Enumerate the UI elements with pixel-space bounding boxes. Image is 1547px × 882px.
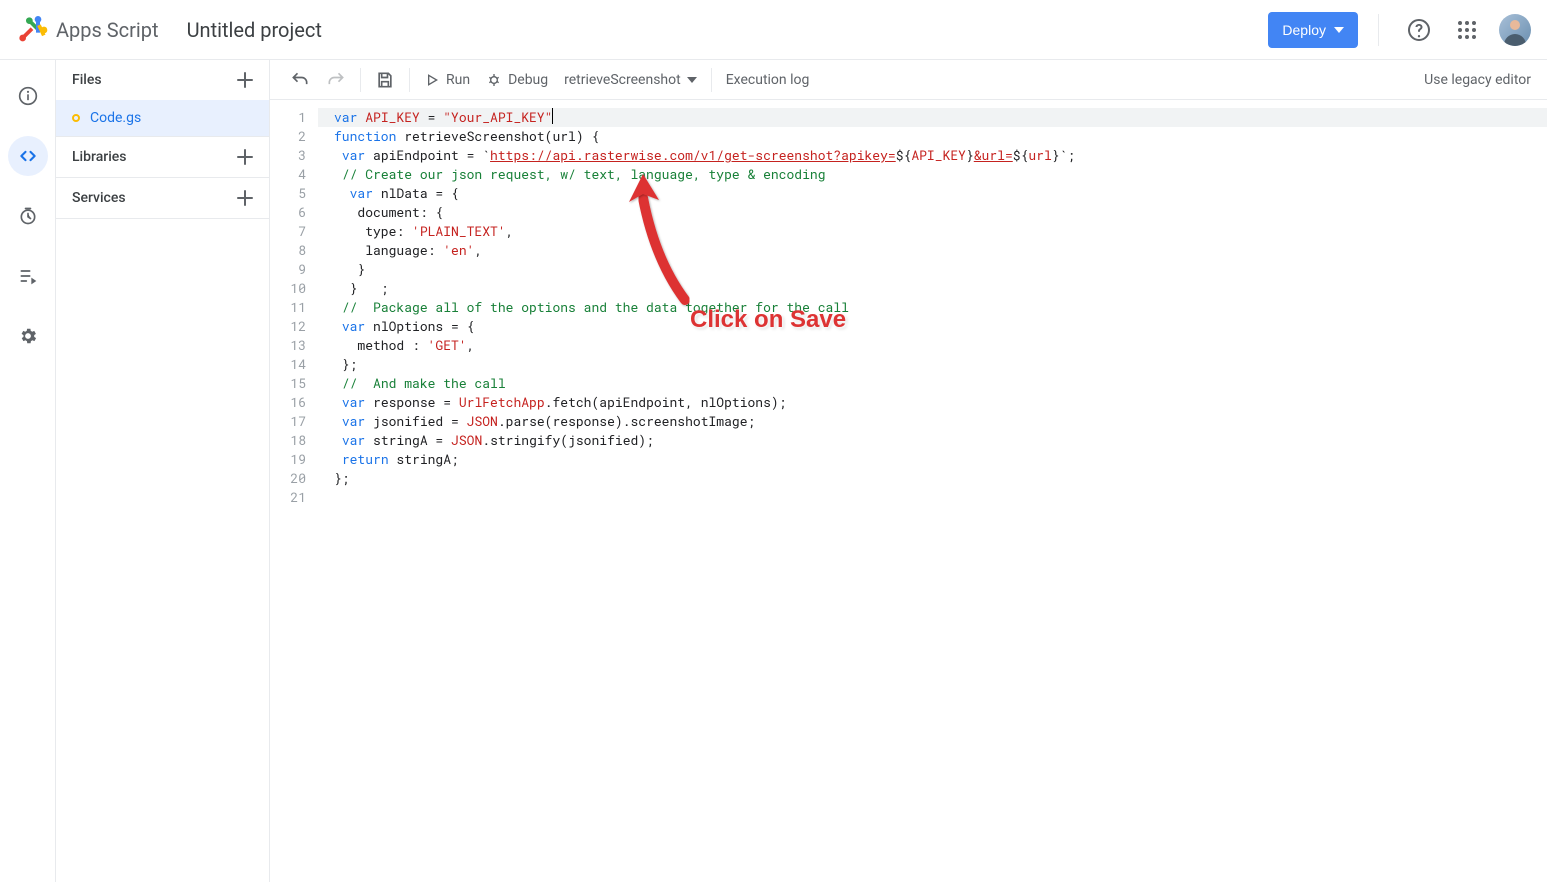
divider: [360, 68, 361, 92]
code-line[interactable]: };: [318, 469, 1547, 488]
code-line[interactable]: function retrieveScreenshot(url) {: [318, 127, 1547, 146]
code-line[interactable]: }: [318, 260, 1547, 279]
libraries-label: Libraries: [72, 149, 126, 165]
legacy-editor-link[interactable]: Use legacy editor: [1424, 72, 1535, 88]
code-line[interactable]: var stringA = JSON.stringify(jsonified);: [318, 431, 1547, 450]
clock-icon: [18, 206, 38, 226]
rail-overview[interactable]: [8, 76, 48, 116]
files-sidebar: Files Code.gs Libraries Services: [56, 60, 270, 882]
debug-icon: [486, 72, 502, 88]
deploy-button[interactable]: Deploy: [1268, 12, 1358, 48]
deploy-label: Deploy: [1282, 22, 1326, 38]
code-line[interactable]: } ;: [318, 279, 1547, 298]
code-line[interactable]: method : 'GET',: [318, 336, 1547, 355]
project-title[interactable]: Untitled project: [187, 18, 322, 42]
code-line[interactable]: var response = UrlFetchApp.fetch(apiEndp…: [318, 393, 1547, 412]
editor-area: Run Debug retrieveScreenshot Execution l…: [270, 60, 1547, 882]
code-content[interactable]: var API_KEY = "Your_API_KEY"function ret…: [318, 100, 1547, 882]
logo-area: Apps Script: [16, 14, 159, 46]
line-gutter: 123456789101112131415161718192021: [270, 100, 318, 882]
add-file-icon[interactable]: [233, 68, 257, 92]
rail-executions[interactable]: [8, 256, 48, 296]
undo-icon: [290, 70, 310, 90]
run-label: Run: [446, 72, 470, 88]
code-line[interactable]: var jsonified = JSON.parse(response).scr…: [318, 412, 1547, 431]
execution-log-button[interactable]: Execution log: [718, 64, 818, 96]
code-line[interactable]: // And make the call: [318, 374, 1547, 393]
code-line[interactable]: };: [318, 355, 1547, 374]
function-selector[interactable]: retrieveScreenshot: [556, 72, 705, 88]
code-line[interactable]: document: {: [318, 203, 1547, 222]
execution-log-label: Execution log: [726, 72, 810, 88]
code-line[interactable]: // Create our json request, w/ text, lan…: [318, 165, 1547, 184]
gear-icon: [18, 326, 38, 346]
brand-name: Apps Script: [56, 18, 159, 42]
save-button[interactable]: [367, 64, 403, 96]
code-line[interactable]: var apiEndpoint = `https://api.rasterwis…: [318, 146, 1547, 165]
libraries-header: Libraries: [56, 137, 269, 177]
debug-label: Debug: [508, 72, 548, 88]
code-line[interactable]: var nlOptions = {: [318, 317, 1547, 336]
divider: [711, 68, 712, 92]
info-icon: [18, 86, 38, 106]
run-button[interactable]: Run: [416, 64, 478, 96]
file-name: Code.gs: [90, 110, 141, 126]
files-section: Files Code.gs: [56, 60, 269, 137]
left-rail: [0, 60, 56, 882]
play-icon: [424, 72, 440, 88]
rail-triggers[interactable]: [8, 196, 48, 236]
redo-button[interactable]: [318, 64, 354, 96]
main-area: Files Code.gs Libraries Services: [0, 60, 1547, 882]
libraries-section: Libraries: [56, 137, 269, 178]
apps-script-logo-icon: [16, 14, 48, 46]
user-avatar[interactable]: [1499, 14, 1531, 46]
undo-button[interactable]: [282, 64, 318, 96]
rail-settings[interactable]: [8, 316, 48, 356]
editor-toolbar: Run Debug retrieveScreenshot Execution l…: [270, 60, 1547, 100]
unsaved-indicator-icon: [72, 114, 80, 122]
function-selected: retrieveScreenshot: [564, 72, 681, 88]
divider: [1378, 14, 1379, 46]
services-label: Services: [72, 190, 126, 206]
divider: [409, 68, 410, 92]
code-icon: [18, 146, 38, 166]
services-header: Services: [56, 178, 269, 218]
code-line[interactable]: type: 'PLAIN_TEXT',: [318, 222, 1547, 241]
redo-icon: [326, 70, 346, 90]
code-editor[interactable]: 123456789101112131415161718192021 var AP…: [270, 100, 1547, 882]
add-library-icon[interactable]: [233, 145, 257, 169]
code-line[interactable]: return stringA;: [318, 450, 1547, 469]
code-line[interactable]: // Package all of the options and the da…: [318, 298, 1547, 317]
services-section: Services: [56, 178, 269, 219]
add-service-icon[interactable]: [233, 186, 257, 210]
apps-grid-icon[interactable]: [1447, 10, 1487, 50]
chevron-down-icon: [1334, 27, 1344, 33]
rail-editor[interactable]: [8, 136, 48, 176]
code-line[interactable]: language: 'en',: [318, 241, 1547, 260]
debug-button[interactable]: Debug: [478, 64, 556, 96]
file-item-code-gs[interactable]: Code.gs: [56, 100, 269, 136]
code-line[interactable]: var API_KEY = "Your_API_KEY": [318, 108, 1547, 127]
app-header: Apps Script Untitled project Deploy: [0, 0, 1547, 60]
files-header: Files: [56, 60, 269, 100]
code-line[interactable]: var nlData = {: [318, 184, 1547, 203]
help-icon[interactable]: [1399, 10, 1439, 50]
executions-icon: [18, 266, 38, 286]
header-right: Deploy: [1268, 10, 1531, 50]
chevron-down-icon: [687, 77, 697, 83]
files-label: Files: [72, 72, 102, 88]
save-icon: [375, 70, 395, 90]
